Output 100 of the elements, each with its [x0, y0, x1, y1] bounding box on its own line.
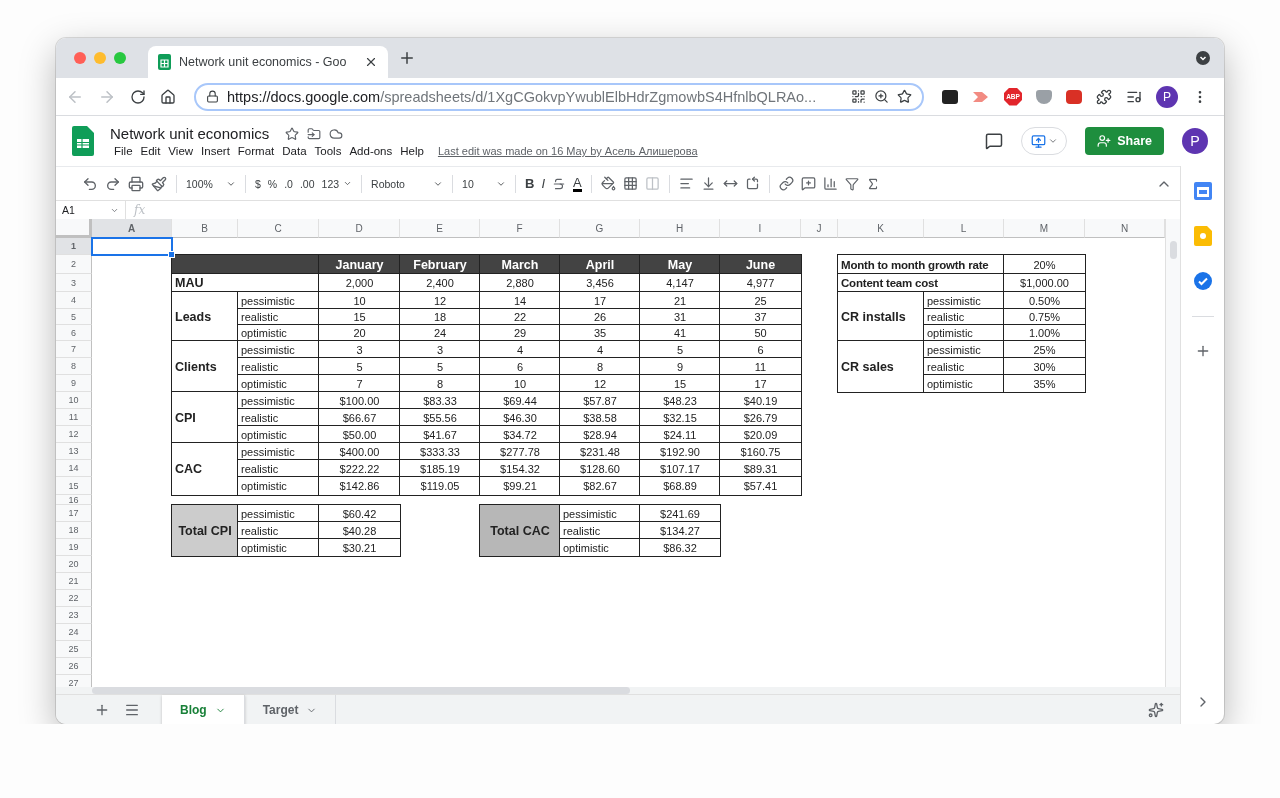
- last-edit-link[interactable]: Last edit was made on 16 May by Асель Алишерова: [437, 145, 698, 157]
- star-icon[interactable]: [285, 126, 300, 141]
- redo-icon[interactable]: [105, 175, 121, 192]
- row-header[interactable]: 16: [56, 495, 92, 505]
- document-title[interactable]: Network unit economics: [110, 125, 270, 142]
- row-header[interactable]: 1: [56, 238, 92, 255]
- insert-link-icon[interactable]: [778, 176, 794, 191]
- align-left-icon[interactable]: [678, 176, 694, 191]
- move-folder-icon[interactable]: [307, 126, 322, 141]
- explore-icon[interactable]: [1148, 702, 1164, 718]
- column-header[interactable]: I: [720, 219, 801, 238]
- row-header[interactable]: 27: [56, 675, 92, 687]
- tab-search-icon[interactable]: [1196, 51, 1210, 65]
- menu-item[interactable]: Help: [396, 145, 428, 157]
- row-header[interactable]: 11: [56, 409, 92, 426]
- print-icon[interactable]: [128, 175, 144, 192]
- row-header[interactable]: 9: [56, 375, 92, 392]
- filter-icon[interactable]: [844, 176, 859, 191]
- sheet-tab[interactable]: Target: [244, 695, 337, 724]
- italic-button[interactable]: I: [541, 176, 546, 191]
- row-header[interactable]: 14: [56, 460, 92, 477]
- row-header[interactable]: 20: [56, 556, 92, 573]
- row-header[interactable]: 18: [56, 522, 92, 539]
- column-header[interactable]: F: [480, 219, 560, 238]
- menu-item[interactable]: Format: [233, 145, 279, 157]
- column-header[interactable]: E: [400, 219, 480, 238]
- spreadsheet-logo-icon[interactable]: [72, 126, 94, 156]
- row-header[interactable]: 10: [56, 392, 92, 409]
- row-header[interactable]: 12: [56, 426, 92, 443]
- insert-comment-icon[interactable]: [800, 176, 816, 191]
- column-header[interactable]: D: [319, 219, 400, 238]
- add-sheet-icon[interactable]: [94, 702, 110, 718]
- row-header[interactable]: 13: [56, 443, 92, 460]
- fill-color-icon[interactable]: [600, 176, 616, 191]
- bold-button[interactable]: B: [525, 176, 535, 191]
- scrollbar-thumb[interactable]: [92, 687, 630, 694]
- menu-item[interactable]: Data: [278, 145, 311, 157]
- cloud-status-icon[interactable]: [329, 126, 344, 141]
- all-sheets-icon[interactable]: [124, 702, 140, 718]
- calendar-icon[interactable]: [1193, 182, 1212, 200]
- column-header[interactable]: C: [238, 219, 319, 238]
- menu-item[interactable]: Tools: [310, 145, 346, 157]
- row-header[interactable]: 15: [56, 477, 92, 495]
- column-header[interactable]: N: [1085, 219, 1165, 238]
- font-select[interactable]: Roboto: [371, 177, 444, 190]
- browser-tab[interactable]: Network unit economics - Goo: [148, 46, 388, 78]
- decrease-decimals-button[interactable]: .0: [284, 177, 293, 190]
- comments-icon[interactable]: [985, 132, 1004, 150]
- account-avatar[interactable]: P: [1182, 128, 1208, 154]
- undo-icon[interactable]: [82, 175, 98, 192]
- merge-cells-icon[interactable]: [644, 176, 660, 191]
- row-header[interactable]: 6: [56, 325, 92, 341]
- currency-button[interactable]: $: [255, 177, 261, 190]
- menu-item[interactable]: Edit: [136, 145, 165, 157]
- close-icon[interactable]: [364, 55, 378, 69]
- zoom-icon[interactable]: [874, 89, 889, 104]
- row-header[interactable]: 26: [56, 658, 92, 675]
- column-header[interactable]: L: [924, 219, 1004, 238]
- text-rotation-icon[interactable]: [744, 176, 760, 191]
- row-header[interactable]: 25: [56, 641, 92, 658]
- percent-button[interactable]: %: [267, 177, 278, 190]
- column-header[interactable]: B: [172, 219, 238, 238]
- column-header[interactable]: J: [801, 219, 838, 238]
- qr-code-icon[interactable]: [851, 89, 866, 104]
- menu-item[interactable]: Insert: [197, 145, 234, 157]
- row-header[interactable]: 24: [56, 624, 92, 641]
- new-tab-icon[interactable]: [398, 49, 416, 67]
- borders-icon[interactable]: [622, 176, 638, 191]
- share-button[interactable]: Share: [1085, 127, 1164, 155]
- bookmark-star-icon[interactable]: [897, 89, 912, 104]
- square-extension-icon[interactable]: [942, 89, 958, 104]
- row-header[interactable]: 22: [56, 590, 92, 607]
- row-header[interactable]: 19: [56, 539, 92, 556]
- reload-icon[interactable]: [130, 88, 146, 105]
- row-header[interactable]: 5: [56, 309, 92, 325]
- row-header[interactable]: 8: [56, 358, 92, 375]
- row-header[interactable]: 7: [56, 341, 92, 358]
- row-header[interactable]: 23: [56, 607, 92, 624]
- column-header[interactable]: K: [838, 219, 924, 238]
- menu-item[interactable]: Add-ons: [345, 145, 397, 157]
- scrollbar-thumb[interactable]: [1169, 241, 1177, 259]
- increase-decimals-button[interactable]: .00: [299, 177, 315, 190]
- insert-chart-icon[interactable]: [822, 176, 838, 191]
- zoom-select[interactable]: 100%: [186, 177, 236, 190]
- strikethrough-icon[interactable]: [552, 176, 567, 191]
- profile-avatar[interactable]: P: [1156, 85, 1178, 108]
- shield-extension-icon[interactable]: [1036, 89, 1052, 104]
- row-header[interactable]: 3: [56, 274, 92, 292]
- cell-selection[interactable]: [91, 237, 173, 256]
- home-icon[interactable]: [160, 88, 176, 105]
- sheet-tab[interactable]: Blog: [162, 695, 245, 724]
- row-header[interactable]: 21: [56, 573, 92, 590]
- record-extension-icon[interactable]: [1066, 89, 1082, 104]
- font-size-select[interactable]: 10: [462, 177, 507, 190]
- column-header[interactable]: G: [560, 219, 640, 238]
- row-header[interactable]: 4: [56, 292, 92, 309]
- paint-format-icon[interactable]: [151, 175, 167, 192]
- menu-item[interactable]: File: [110, 145, 137, 157]
- text-color-button[interactable]: A: [573, 175, 582, 192]
- column-header[interactable]: M: [1004, 219, 1085, 238]
